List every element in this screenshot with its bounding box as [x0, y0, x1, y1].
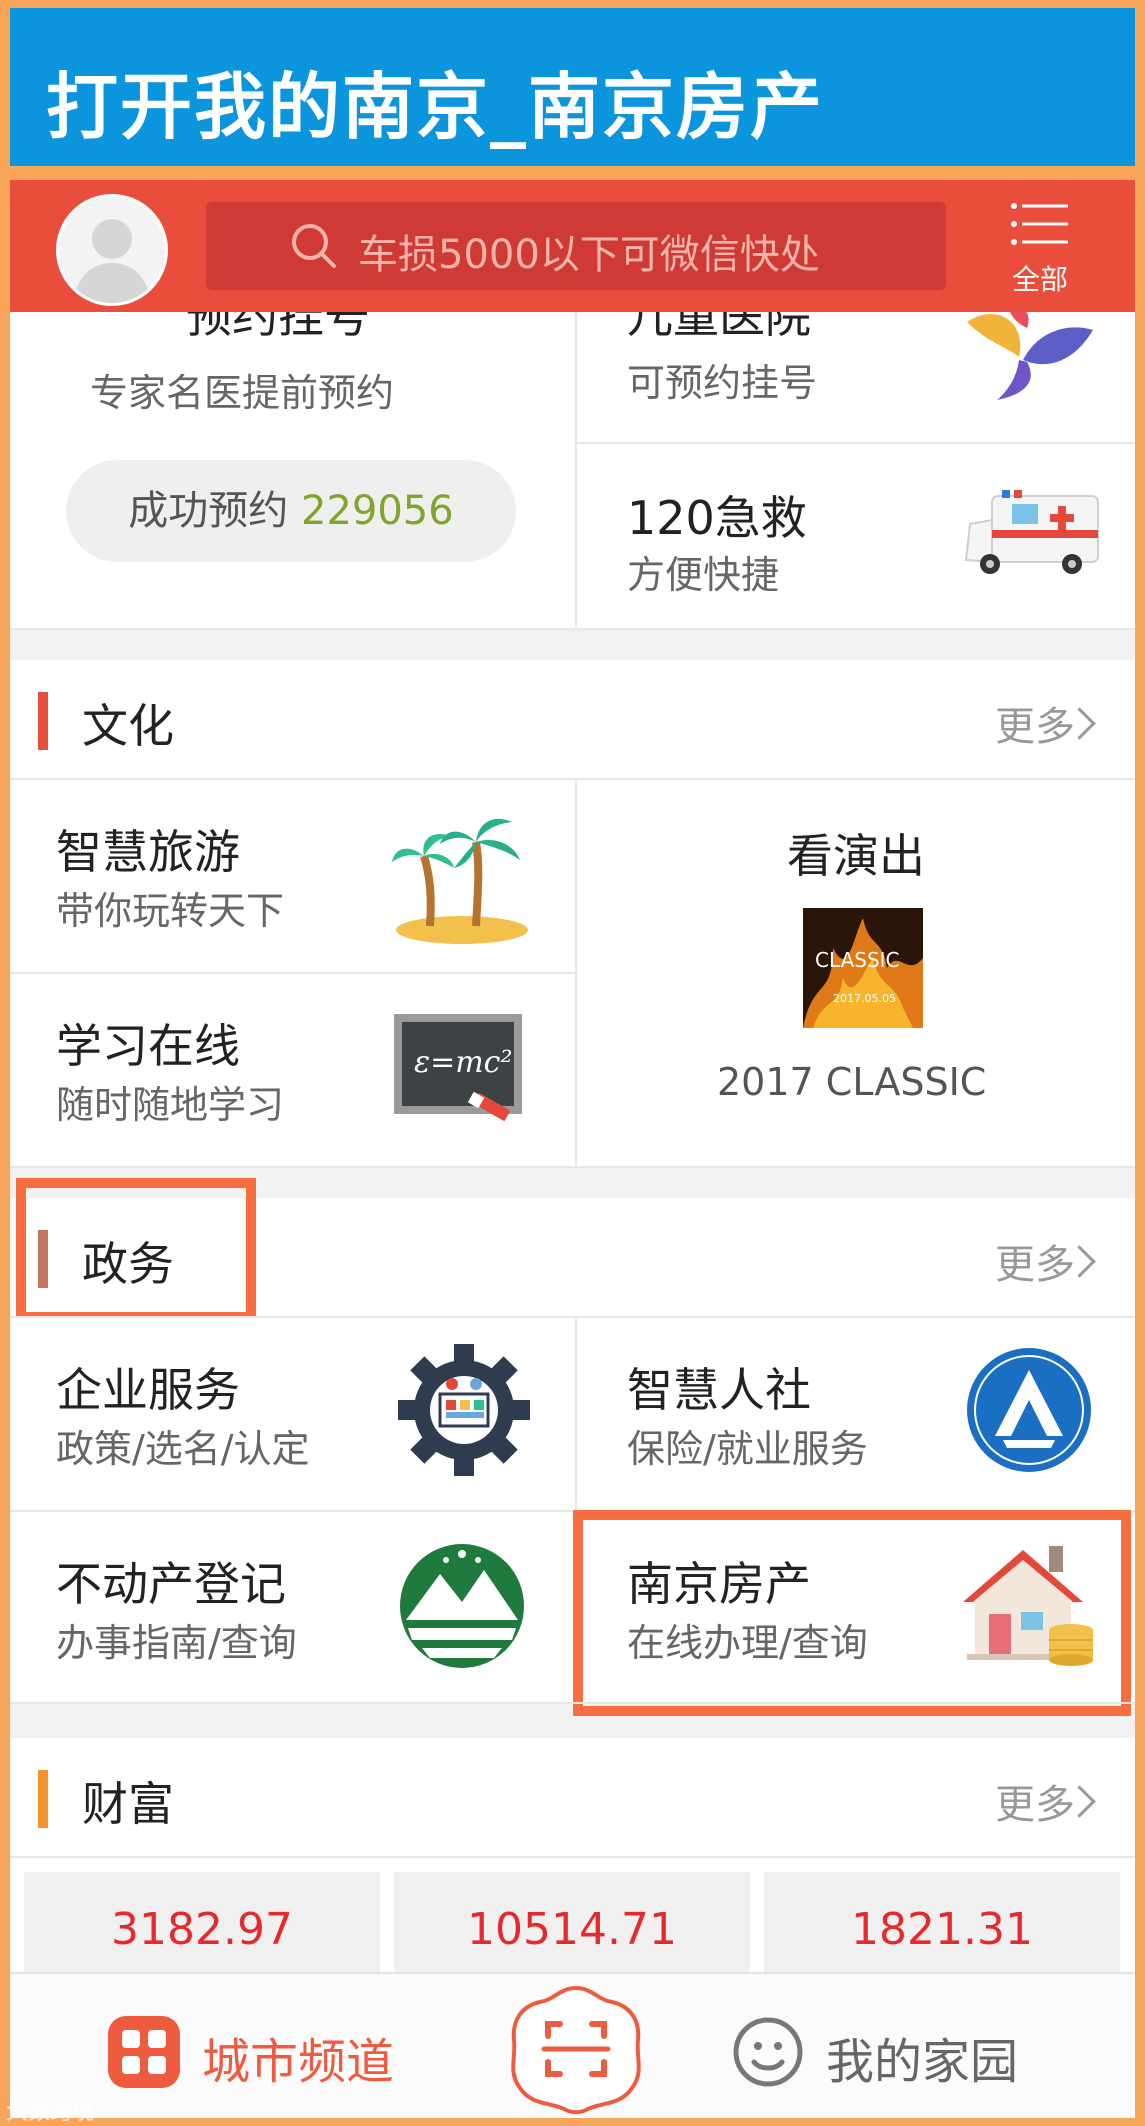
highlight-box-government [16, 1178, 256, 1322]
flower-icon [967, 312, 1093, 400]
divider [10, 1702, 1135, 1704]
medical-panel: 预约挂号 专家名医提前预约 成功预约 229056 儿童医院 可预约挂号 120… [10, 312, 1135, 630]
poster-date: 2017.05.05 [833, 992, 896, 1005]
emergency-title: 120急救 [627, 491, 807, 545]
online-learning-subtitle: 随时随地学习 [56, 1083, 285, 1127]
blackboard-icon: ε=mc² [394, 1014, 522, 1122]
emergency-subtitle: 方便快捷 [627, 553, 780, 597]
appointment-card[interactable]: 预约挂号 专家名医提前预约 成功预约 229056 [10, 312, 575, 630]
poster-text: CLASSIC [815, 948, 900, 972]
phone-screen: 打开我的南京_南京房产 车损5000以下可微信快处 全部 预约挂号 专家名医提前… [10, 8, 1135, 2118]
enterprise-services-card[interactable]: 企业服务 政策/选名/认定 [10, 1318, 575, 1510]
online-learning-title: 学习在线 [56, 1019, 240, 1073]
appointment-subtitle: 专家名医提前预约 [90, 371, 395, 415]
all-menu-label: 全部 [1011, 263, 1068, 296]
enterprise-services-title: 企业服务 [56, 1363, 240, 1417]
smiley-home-icon [733, 2017, 803, 2087]
real-estate-registration-card[interactable]: 不动产登记 办事指南/查询 [10, 1512, 575, 1702]
shows-title: 看演出 [787, 829, 925, 883]
smart-tourism-card[interactable]: 智慧旅游 带你玩转天下 [10, 780, 575, 972]
enterprise-services-subtitle: 政策/选名/认定 [56, 1427, 310, 1471]
gear-icon [398, 1344, 530, 1476]
culture-header: 文化 更多 [10, 660, 1135, 778]
city-grid-icon [108, 2016, 180, 2088]
childrens-hospital-title: 儿童医院 [627, 312, 811, 343]
childrens-hospital-subtitle: 可预约挂号 [627, 361, 818, 405]
smart-tourism-title: 智慧旅游 [56, 825, 240, 879]
shows-caption: 2017 CLASSIC [717, 1060, 987, 1104]
shows-card[interactable]: 看演出 CLASSIC 2017.05.05 2017 CLASSIC [577, 780, 1135, 1166]
search-icon [292, 224, 336, 268]
title-banner: 打开我的南京_南京房产 [10, 8, 1135, 166]
page-title: 打开我的南京_南京房产 [46, 65, 825, 149]
svg-text:ε=mc²: ε=mc² [414, 1045, 513, 1080]
culture-grid: 智慧旅游 带你玩转天下 学习在线 随时随地学习 ε=mc² 看演出 CLASSI… [10, 780, 1135, 1166]
wealth-title: 财富 [82, 1777, 174, 1831]
stock-index-tile[interactable]: 3182.97 [24, 1872, 380, 1972]
appointment-count-badge: 成功预约 229056 [66, 460, 516, 562]
ambulance-icon [964, 490, 1099, 574]
concert-poster: CLASSIC 2017.05.05 [803, 908, 923, 1028]
stock-index-tile[interactable]: 1821.31 [764, 1872, 1120, 1972]
menu-icon [1011, 203, 1068, 245]
scan-icon [511, 1985, 641, 2115]
appointment-title: 预约挂号 [186, 312, 370, 343]
smart-social-security-subtitle: 保险/就业服务 [627, 1427, 868, 1471]
palm-tree-icon [392, 818, 528, 944]
real-estate-registration-subtitle: 办事指南/查询 [56, 1621, 297, 1665]
bottom-tab-bar: 城市频道 我的家园 [10, 1972, 1135, 2118]
online-learning-card[interactable]: 学习在线 随时随地学习 ε=mc² [10, 974, 575, 1166]
section-marker [38, 1770, 48, 1828]
tab-my-home-label: 我的家园 [826, 2034, 1019, 2090]
top-bar: 车损5000以下可微信快处 全部 [10, 180, 1135, 312]
mountain-emblem-icon [400, 1544, 524, 1668]
highlight-box-nanjing-property [573, 1510, 1131, 1716]
search-bar[interactable]: 车损5000以下可微信快处 [206, 202, 946, 290]
search-placeholder: 车损5000以下可微信快处 [358, 232, 820, 278]
section-marker [38, 692, 48, 750]
watermark: 大数跨境 [6, 2100, 95, 2125]
divider [10, 1166, 1135, 1168]
wealth-tiles: 3182.97 10514.71 1821.31 [10, 1858, 1135, 1972]
tab-city-label: 城市频道 [202, 2034, 395, 2090]
all-menu-button[interactable]: 全部 [1000, 196, 1080, 296]
main-content: 预约挂号 专家名医提前预约 成功预约 229056 儿童医院 可预约挂号 120… [10, 312, 1135, 1972]
childrens-hospital-card[interactable]: 儿童医院 可预约挂号 [577, 312, 1135, 442]
culture-title: 文化 [82, 699, 174, 753]
avatar-icon [73, 219, 151, 303]
smart-tourism-subtitle: 带你玩转天下 [56, 889, 285, 933]
social-security-icon [967, 1348, 1091, 1472]
smart-social-security-card[interactable]: 智慧人社 保险/就业服务 [577, 1318, 1135, 1510]
avatar[interactable] [56, 194, 168, 306]
scan-button[interactable] [506, 1984, 646, 2115]
emergency-card[interactable]: 120急救 方便快捷 [577, 444, 1135, 630]
appointment-count: 229056 [301, 488, 454, 534]
stock-index-tile[interactable]: 10514.71 [394, 1872, 750, 1972]
tab-city-channel[interactable]: 城市频道 [106, 2014, 466, 2094]
tab-my-home[interactable]: 我的家园 [730, 2014, 1090, 2094]
real-estate-registration-title: 不动产登记 [56, 1557, 286, 1611]
divider [10, 628, 1135, 630]
appointment-count-prefix: 成功预约 [128, 488, 301, 534]
divider [10, 166, 1135, 180]
smart-social-security-title: 智慧人社 [627, 1363, 811, 1417]
wealth-header: 财富 更多 [10, 1738, 1135, 1856]
